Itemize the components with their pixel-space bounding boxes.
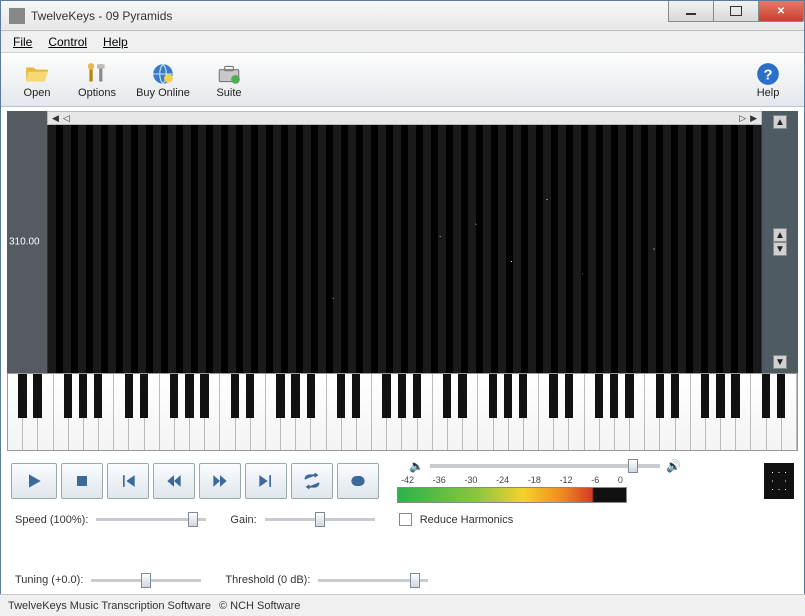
title-bar: TwelveKeys - 09 Pyramids [1, 1, 804, 31]
svg-text:?: ? [763, 66, 772, 83]
tuning-slider[interactable] [91, 579, 201, 582]
app-icon [9, 8, 25, 24]
reduce-harmonics-checkbox[interactable] [399, 513, 412, 526]
menu-help[interactable]: Help [95, 33, 136, 51]
rewind-button[interactable] [153, 463, 195, 499]
forward-button[interactable] [199, 463, 241, 499]
scroll-left-fast-icon[interactable]: ◀ [52, 113, 59, 124]
threshold-label: Threshold (0 dB): [225, 574, 310, 586]
buy-online-label: Buy Online [136, 87, 190, 99]
scroll-right-fast-icon[interactable]: ▶ [750, 113, 757, 124]
play-button[interactable] [11, 463, 57, 499]
globe-icon [149, 61, 177, 87]
skip-end-button[interactable] [245, 463, 287, 499]
meter-legend: -42-36-30-24-18-12-60 [397, 475, 627, 485]
piano-keyboard[interactable] [7, 373, 798, 451]
tuning-label: Tuning (+0.0): [15, 574, 83, 586]
menu-bar: File Control Help [1, 31, 804, 53]
suite-button[interactable]: Suite [199, 56, 259, 104]
help-icon: ? [754, 61, 782, 87]
scroll-right-icon[interactable]: ▷ [739, 113, 746, 124]
time-scroll-bar: ◀ ◁ ▷ ▶ [47, 111, 762, 125]
volume-min-icon: 🔈 [409, 459, 424, 473]
parameter-controls: Speed (100%): Gain: Reduce Harmonics Tun… [1, 507, 804, 592]
options-label: Options [78, 87, 116, 99]
help-label: Help [757, 87, 780, 99]
close-button[interactable] [758, 1, 804, 22]
window-title: TwelveKeys - 09 Pyramids [31, 9, 669, 23]
threshold-slider[interactable] [318, 579, 428, 582]
maximize-button[interactable] [713, 1, 759, 22]
transport-bar: 🔈 🔊 -42-36-30-24-18-12-60 [1, 451, 804, 507]
stop-button[interactable] [61, 463, 103, 499]
open-button[interactable]: Open [7, 56, 67, 104]
status-app-name: TwelveKeys Music Transcription Software [8, 600, 211, 612]
folder-open-icon [23, 61, 51, 87]
spectrogram-area: 310.00 ◀ ◁ ▷ ▶ ▲ ▲ ▼ ▼ [1, 107, 804, 373]
repeat-button[interactable] [337, 463, 379, 499]
menu-control[interactable]: Control [40, 33, 95, 51]
status-copyright: © NCH Software [219, 600, 300, 612]
volume-slider[interactable] [430, 464, 660, 468]
skip-start-button[interactable] [107, 463, 149, 499]
window-controls [669, 1, 804, 30]
gain-slider[interactable] [265, 518, 375, 521]
options-button[interactable]: Options [67, 56, 127, 104]
status-bar: TwelveKeys Music Transcription Software … [0, 594, 805, 616]
reduce-harmonics-label: Reduce Harmonics [420, 514, 514, 526]
speed-slider[interactable] [96, 518, 206, 521]
volume-max-icon: 🔊 [666, 459, 681, 473]
zoom-up-icon[interactable]: ▲ [773, 228, 787, 242]
tools-icon [83, 61, 111, 87]
suite-label: Suite [216, 87, 241, 99]
briefcase-icon [215, 61, 243, 87]
zoom-down-icon[interactable]: ▼ [773, 242, 787, 256]
open-label: Open [24, 87, 51, 99]
spectrogram-canvas[interactable] [47, 125, 762, 373]
scroll-left-icon[interactable]: ◁ [63, 113, 70, 124]
level-meter [397, 487, 627, 503]
toolbar: Open Options Buy Online Suite ? Help [1, 53, 804, 107]
help-button[interactable]: ? Help [738, 56, 798, 104]
buy-online-button[interactable]: Buy Online [127, 56, 199, 104]
frequency-ruler: 310.00 [7, 111, 47, 373]
vertical-scroll: ▲ ▲ ▼ ▼ [762, 111, 798, 373]
scroll-up-icon[interactable]: ▲ [773, 115, 787, 129]
speed-label: Speed (100%): [15, 514, 88, 526]
note-display [764, 463, 794, 499]
menu-file[interactable]: File [5, 33, 40, 51]
scroll-down-icon[interactable]: ▼ [773, 355, 787, 369]
frequency-value: 310.00 [9, 237, 40, 248]
minimize-button[interactable] [668, 1, 714, 22]
gain-label: Gain: [230, 514, 256, 526]
loop-button[interactable] [291, 463, 333, 499]
